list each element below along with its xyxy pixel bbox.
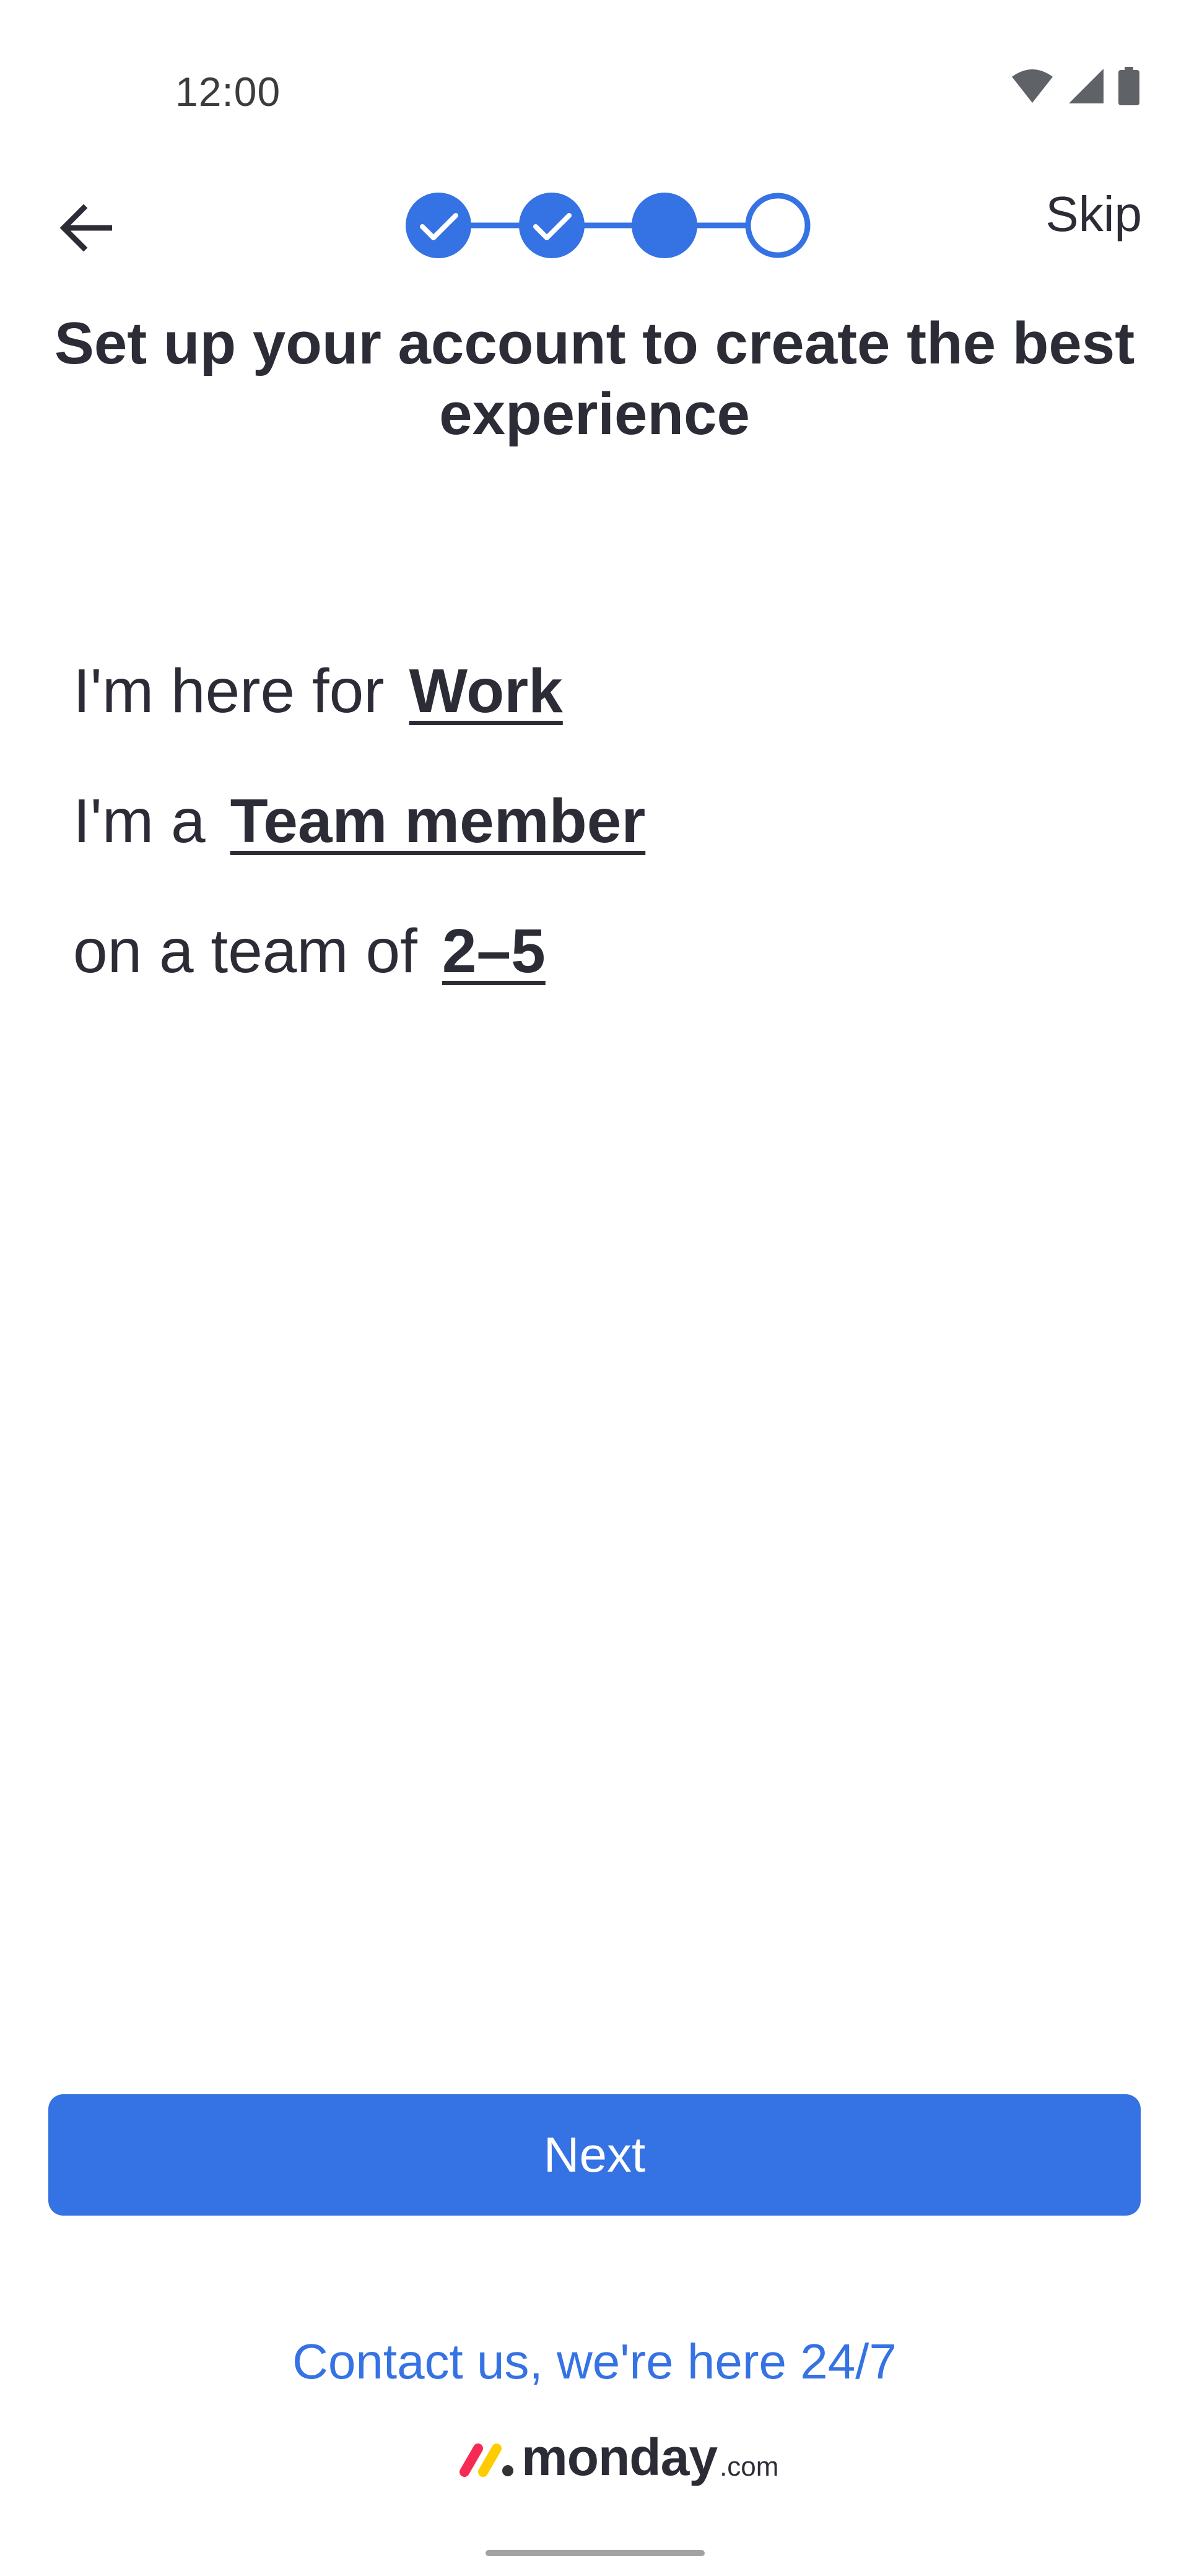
back-button[interactable] (53, 196, 118, 260)
next-button-label: Next (543, 2127, 646, 2182)
arrow-left-icon (59, 204, 112, 251)
role-row: I'm a Team member (73, 784, 645, 858)
team-size-label: on a team of (73, 916, 417, 986)
skip-button[interactable]: Skip (1045, 186, 1142, 243)
step-3-current (632, 193, 697, 258)
next-button[interactable]: Next (48, 2094, 1141, 2216)
purpose-row: I'm here for Work (73, 654, 563, 728)
step-2-completed (519, 193, 585, 258)
battery-icon (1118, 67, 1139, 105)
step-4-upcoming (745, 193, 811, 258)
status-bar: 12:00 (0, 0, 1189, 136)
team-size-row: on a team of 2–5 (73, 914, 546, 988)
status-icons (1011, 67, 1139, 105)
gesture-navigation-bar[interactable] (486, 2550, 705, 2556)
contact-us-link[interactable]: Contact us, we're here 24/7 (0, 2333, 1189, 2390)
wifi-icon (1012, 69, 1053, 103)
logo-suffix: .com (720, 2452, 779, 2482)
role-dropdown[interactable]: Team member (230, 786, 646, 856)
step-1-completed (406, 193, 471, 258)
role-label: I'm a (73, 786, 206, 856)
purpose-label: I'm here for (73, 656, 385, 726)
cellular-signal-icon (1069, 69, 1104, 103)
status-time: 12:00 (175, 69, 281, 115)
logo-wordmark: monday (521, 2428, 718, 2486)
page-title: Set up your account to create the best e… (54, 310, 1135, 447)
team-size-dropdown[interactable]: 2–5 (442, 916, 546, 986)
progress-stepper (404, 191, 812, 260)
monday-logo-mark-icon (459, 2443, 513, 2477)
monday-logo: monday .com (458, 2427, 778, 2483)
purpose-dropdown[interactable]: Work (409, 656, 563, 726)
